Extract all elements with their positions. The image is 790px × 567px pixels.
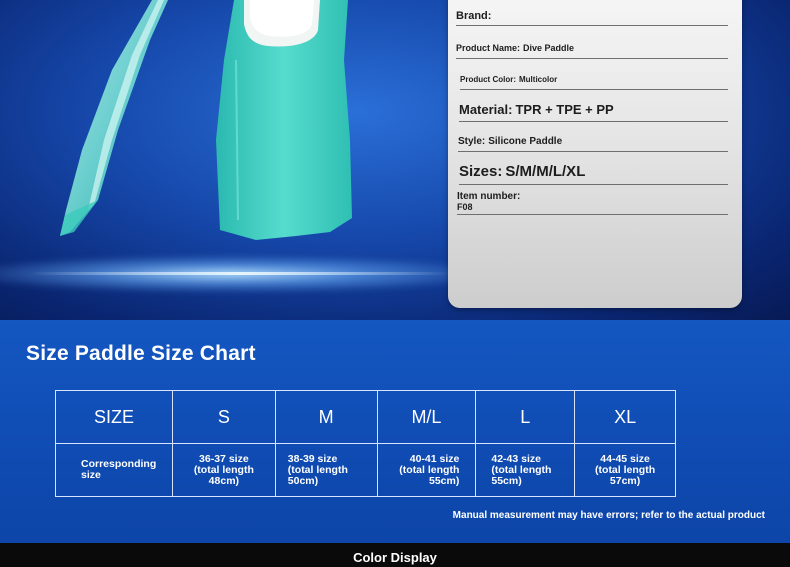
brand-label: Brand: — [456, 10, 492, 22]
size-value-row: Corresponding size 36-37 size (total len… — [55, 443, 676, 497]
product-name-field: Product Name: Dive Paddle — [456, 43, 728, 59]
size-m-shoe: 38-39 size — [287, 452, 338, 465]
size-cell-l: 42-43 size (total length 55cm) — [475, 443, 576, 497]
style-field: Style: Silicone Paddle — [458, 136, 728, 152]
size-chart-section: Size Paddle Size Chart SIZE S M M/L L XL… — [0, 320, 790, 543]
product-name-value: Dive Paddle — [523, 43, 575, 53]
corresponding-size-label: Corresponding size — [55, 443, 173, 497]
product-info-card: Brand: Product Name: Dive Paddle Product … — [448, 0, 742, 308]
size-header-ml: M/L — [376, 390, 477, 444]
size-xl-shoe: 44-45 size — [600, 452, 650, 465]
product-color-label: Product Color: — [460, 75, 516, 84]
size-ml-shoe: 40-41 size — [409, 452, 460, 465]
size-s-length: (total length 48cm) — [193, 463, 254, 487]
size-header-l: L — [475, 390, 576, 444]
size-cell-xl: 44-45 size (total length 57cm) — [574, 443, 676, 497]
material-value: TPR + TPE + PP — [515, 102, 614, 117]
color-display-bar: Color Display — [0, 543, 790, 567]
size-chart-table: SIZE S M M/L L XL Corresponding size 36-… — [55, 390, 676, 497]
size-cell-m: 38-39 size (total length 50cm) — [274, 443, 378, 497]
dive-fin-image — [60, 0, 352, 240]
size-chart-title: Size Paddle Size Chart — [26, 342, 256, 365]
product-color-field: Product Color: Multicolor — [460, 75, 728, 90]
item-number-field: Item number: F08 — [457, 191, 728, 215]
size-cell-ml: 40-41 size (total length 55cm) — [376, 443, 477, 497]
size-l-length: (total length 55cm) — [491, 463, 552, 487]
item-number-label: Item number: — [457, 191, 521, 202]
size-header-label: SIZE — [55, 390, 173, 444]
size-m-length: (total length 50cm) — [287, 463, 348, 487]
sizes-field: Sizes: S/M/M/L/XL — [459, 163, 728, 185]
brand-field: Brand: — [456, 10, 728, 26]
size-ml-length: (total length 55cm) — [399, 463, 460, 487]
size-s-shoe: 36-37 size — [199, 452, 249, 465]
size-l-shoe: 42-43 size — [491, 452, 541, 465]
size-header-row: SIZE S M M/L L XL — [55, 390, 676, 444]
size-header-xl: XL — [574, 390, 676, 444]
style-label: Style: — [458, 136, 486, 147]
size-xl-length: (total length 57cm) — [595, 463, 656, 487]
material-label: Material: — [459, 102, 513, 117]
measurement-note: Manual measurement may have errors; refe… — [452, 510, 765, 521]
product-name-label: Product Name: — [456, 43, 521, 53]
style-value: Silicone Paddle — [488, 136, 563, 147]
size-cell-s: 36-37 size (total length 48cm) — [171, 443, 276, 497]
sizes-label: Sizes: — [459, 163, 503, 180]
material-field: Material: TPR + TPE + PP — [459, 102, 728, 122]
item-number-value: F08 — [457, 202, 473, 212]
size-header-s: S — [171, 390, 276, 444]
size-header-m: M — [274, 390, 378, 444]
product-color-value: Multicolor — [519, 75, 558, 84]
color-display-heading: Color Display — [353, 550, 437, 565]
sizes-value: S/M/M/L/XL — [505, 163, 586, 180]
